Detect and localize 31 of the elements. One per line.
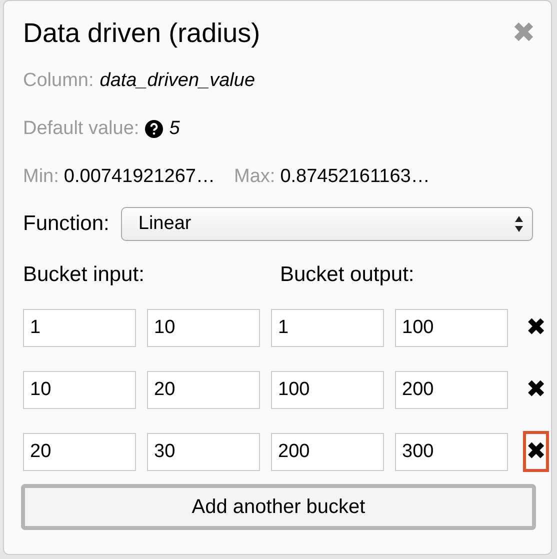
add-bucket-button[interactable]: Add another bucket bbox=[21, 484, 536, 530]
bucket-input-field[interactable]: 20 bbox=[23, 432, 136, 470]
min-label: Min: bbox=[23, 166, 59, 188]
bucket-input-field[interactable]: 300 bbox=[395, 432, 508, 470]
max-value: 0.87452161163… bbox=[280, 166, 430, 188]
bucket-input-field[interactable]: 20 bbox=[147, 370, 260, 408]
bucket-input-field[interactable]: 200 bbox=[271, 432, 384, 470]
bucket-header: Bucket input: bbox=[23, 263, 146, 287]
bucket-input-field[interactable]: 1 bbox=[23, 308, 136, 346]
default-value: 5 bbox=[169, 118, 180, 140]
bucket-input-field[interactable]: 10 bbox=[23, 370, 136, 408]
default-value-label: Default value: bbox=[23, 118, 140, 140]
max-label: Max: bbox=[234, 166, 276, 188]
bucket-input-field[interactable]: 100 bbox=[395, 308, 508, 346]
dialog-title: Data driven (radius) bbox=[23, 18, 260, 48]
remove-button[interactable]: ✖ bbox=[523, 307, 549, 348]
bucket-input-field[interactable]: 30 bbox=[147, 432, 260, 470]
column-label: Column: bbox=[23, 70, 94, 92]
bucket-input-field[interactable]: 200 bbox=[395, 370, 508, 408]
bucket-input-field[interactable]: 1 bbox=[271, 308, 384, 346]
bucket-input-field[interactable]: 100 bbox=[271, 370, 384, 408]
remove-button[interactable]: ✖ bbox=[523, 369, 549, 410]
bucket-input-field[interactable]: 10 bbox=[147, 308, 260, 346]
bucket-header: Bucket output: bbox=[280, 263, 416, 287]
updown-arrow-icon bbox=[514, 215, 524, 233]
function-select[interactable]: Linear bbox=[121, 207, 533, 241]
help-icon[interactable] bbox=[145, 120, 164, 138]
function-label: Function: bbox=[23, 212, 110, 236]
column-value: data_driven_value bbox=[100, 70, 256, 92]
min-value: 0.00741921267… bbox=[64, 166, 215, 188]
remove-button[interactable]: ✖ bbox=[523, 431, 549, 472]
